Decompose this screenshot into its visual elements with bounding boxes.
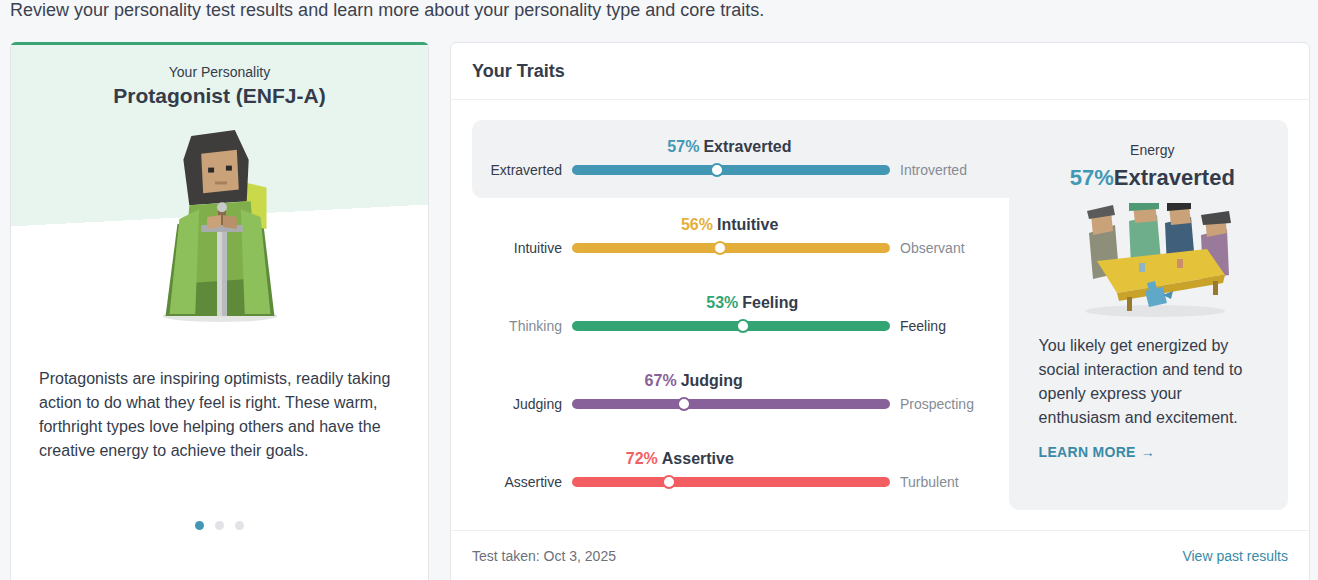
trait-row[interactable]: 53%FeelingThinkingFeeling bbox=[472, 276, 1009, 354]
personality-hero: Your PersonalityProtagonist (ENFJ-A) bbox=[11, 45, 428, 347]
trait-title-area: 53%Feeling bbox=[572, 294, 890, 312]
trait-right-label: Observant bbox=[890, 240, 1009, 256]
past-results-link[interactable]: View past results bbox=[1182, 548, 1288, 564]
personality-card: Your PersonalityProtagonist (ENFJ-A)Prot… bbox=[10, 42, 429, 580]
trait-name: Feeling bbox=[742, 294, 798, 311]
trait-title: 56%Intuitive bbox=[681, 216, 778, 234]
trait-list: 57%ExtravertedExtravertedIntroverted56%I… bbox=[472, 120, 1009, 510]
trait-row[interactable]: 72%AssertiveAssertiveTurbulent bbox=[472, 432, 1009, 510]
trait-right-label: Turbulent bbox=[890, 474, 1009, 490]
trait-name: Judging bbox=[681, 372, 743, 389]
traits-header: Your Traits bbox=[451, 43, 1309, 100]
carousel-dot[interactable] bbox=[215, 521, 224, 530]
traits-body: 57%ExtravertedExtravertedIntroverted56%I… bbox=[451, 100, 1309, 530]
trait-right-label: Introverted bbox=[890, 162, 1009, 178]
detail-name: Extraverted bbox=[1114, 165, 1235, 190]
personality-description: Protagonists are inspiring optimists, re… bbox=[11, 367, 428, 463]
learn-more-link[interactable]: LEARN MORE → bbox=[1039, 444, 1266, 460]
test-date: Test taken: Oct 3, 2025 bbox=[472, 548, 616, 564]
trait-percent: 67% bbox=[645, 372, 677, 389]
traits-footer: Test taken: Oct 3, 2025 View past results bbox=[451, 530, 1309, 580]
trait-left-label: Assertive bbox=[472, 474, 572, 490]
traits-title: Your Traits bbox=[472, 61, 565, 82]
trait-bar bbox=[572, 477, 890, 487]
trait-marker[interactable] bbox=[677, 397, 691, 411]
trait-title-area: 72%Assertive bbox=[572, 450, 890, 468]
detail-category: Energy bbox=[1039, 141, 1266, 159]
trait-title: 53%Feeling bbox=[706, 294, 798, 312]
trait-bar bbox=[572, 399, 890, 409]
trait-left-label: Extraverted bbox=[472, 162, 572, 178]
detail-description: You likely get energized by social inter… bbox=[1039, 334, 1266, 430]
trait-title-area: 57%Extraverted bbox=[572, 138, 890, 156]
trait-marker[interactable] bbox=[710, 163, 724, 177]
trait-bar bbox=[572, 321, 890, 331]
trait-name: Assertive bbox=[662, 450, 734, 467]
trait-marker[interactable] bbox=[662, 475, 676, 489]
cards-row: Your PersonalityProtagonist (ENFJ-A)Prot… bbox=[0, 42, 1318, 580]
traits-card: Your Traits57%ExtravertedExtravertedIntr… bbox=[450, 42, 1310, 580]
trait-bar bbox=[572, 243, 890, 253]
personality-name: Protagonist (ENFJ-A) bbox=[113, 82, 325, 110]
protagonist-icon bbox=[155, 130, 285, 323]
detail-percent: 57% bbox=[1070, 165, 1114, 190]
trait-title-area: 56%Intuitive bbox=[572, 216, 890, 234]
trait-name: Extraverted bbox=[703, 138, 791, 155]
trait-title: 67%Judging bbox=[645, 372, 743, 390]
trait-title: 57%Extraverted bbox=[667, 138, 791, 156]
trait-marker[interactable] bbox=[736, 319, 750, 333]
trait-percent: 53% bbox=[706, 294, 738, 311]
trait-right-label: Feeling bbox=[890, 318, 1009, 334]
trait-right-label: Prospecting bbox=[890, 396, 1009, 412]
intro-text: Review your personality test results and… bbox=[0, 0, 1318, 20]
trait-left-label: Judging bbox=[472, 396, 572, 412]
trait-row[interactable]: 56%IntuitiveIntuitiveObservant bbox=[472, 198, 1009, 276]
trait-percent: 56% bbox=[681, 216, 713, 233]
trait-title: 72%Assertive bbox=[626, 450, 734, 468]
trait-title-area: 67%Judging bbox=[572, 372, 890, 390]
trait-detail-panel: Energy 57%Extraverted You likely get energ… bbox=[1009, 120, 1288, 510]
trait-marker[interactable] bbox=[713, 241, 727, 255]
trait-name: Intuitive bbox=[717, 216, 778, 233]
trait-left-label: Intuitive bbox=[472, 240, 572, 256]
trait-row[interactable]: 57%ExtravertedExtravertedIntroverted bbox=[472, 120, 1009, 198]
trait-percent: 72% bbox=[626, 450, 658, 467]
results-page: Review your personality test results and… bbox=[0, 0, 1318, 580]
trait-left-label: Thinking bbox=[472, 318, 572, 334]
social-table-icon bbox=[1067, 203, 1237, 318]
detail-title: 57%Extraverted bbox=[1039, 163, 1266, 193]
carousel-dot[interactable] bbox=[195, 521, 204, 530]
trait-percent: 57% bbox=[667, 138, 699, 155]
trait-bar bbox=[572, 165, 890, 175]
carousel-dot[interactable] bbox=[235, 521, 244, 530]
trait-row[interactable]: 67%JudgingJudgingProspecting bbox=[472, 354, 1009, 432]
carousel-dots bbox=[11, 521, 428, 530]
personality-label: Your Personality bbox=[169, 62, 270, 82]
arrow-icon: → bbox=[1141, 444, 1155, 460]
learn-more-text: LEARN MORE bbox=[1039, 444, 1136, 460]
